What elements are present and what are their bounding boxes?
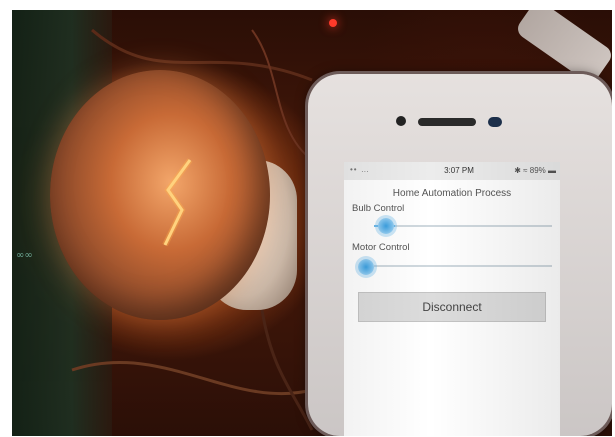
front-camera — [396, 116, 406, 126]
status-bar: •• … 3:07 PM ✱ ≈ 89% ▬ — [344, 162, 560, 180]
bulb-control-label: Bulb Control — [352, 203, 405, 214]
photo-frame: ∞∞ •• … 3:07 PM ✱ ≈ 89% ▬ Home Automatio… — [0, 0, 615, 437]
photograph: ∞∞ •• … 3:07 PM ✱ ≈ 89% ▬ Home Automatio… — [12, 10, 612, 436]
earpiece-speaker — [418, 118, 476, 126]
signal-indicators: •• … — [350, 165, 370, 174]
motor-slider-thumb[interactable] — [358, 259, 374, 275]
battery-indicators: ✱ ≈ 89% ▬ — [514, 166, 556, 175]
wire — [260, 309, 314, 431]
motor-control-label: Motor Control — [352, 242, 410, 253]
app-title: Home Automation Process — [392, 188, 512, 199]
light-bulb — [50, 70, 270, 320]
motor-slider-track[interactable] — [374, 265, 552, 267]
bulb-slider-thumb[interactable] — [378, 218, 394, 234]
smartphone: •• … 3:07 PM ✱ ≈ 89% ▬ Home Automation P… — [308, 74, 612, 436]
wire — [251, 29, 313, 161]
phone-screen: •• … 3:07 PM ✱ ≈ 89% ▬ Home Automation P… — [344, 162, 560, 436]
bulb-slider-track[interactable] — [374, 225, 552, 227]
proximity-sensor — [488, 117, 502, 127]
red-led — [329, 19, 337, 27]
wire — [71, 360, 313, 396]
wire — [91, 28, 313, 82]
status-time: 3:07 PM — [444, 166, 474, 175]
bulb-filament — [162, 158, 193, 247]
disconnect-button[interactable]: Disconnect — [358, 292, 546, 322]
